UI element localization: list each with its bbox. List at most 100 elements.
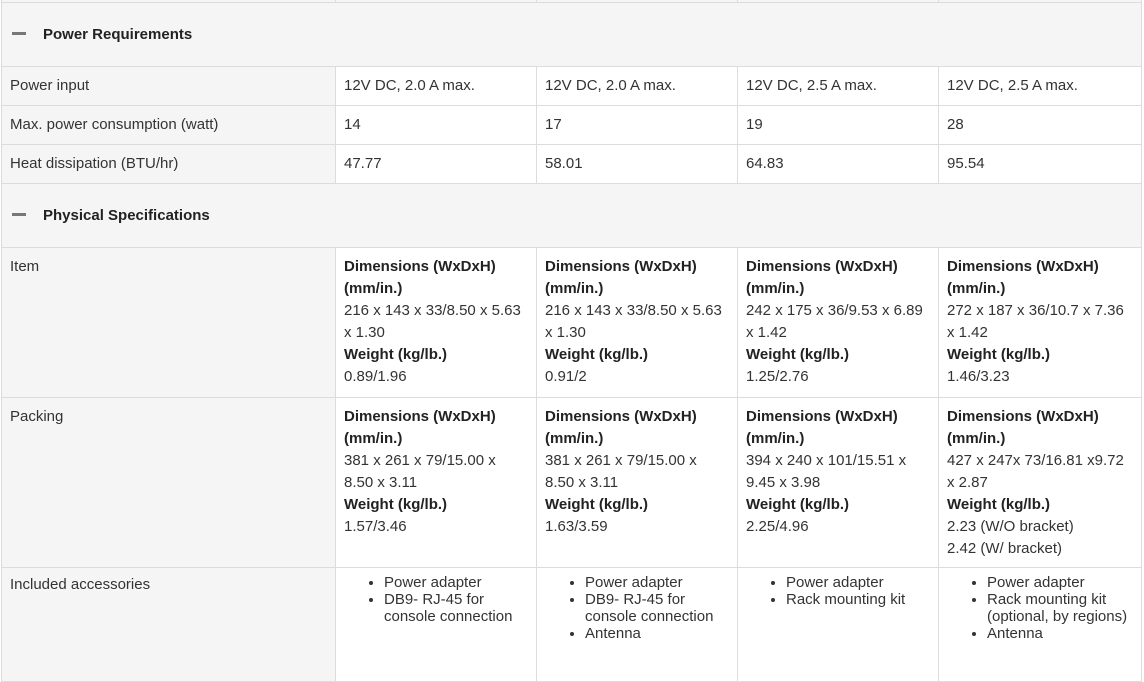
dims-heading: Dimensions (WxDxH) (344, 408, 496, 425)
dims-value: 216 x 143 x 33/8.50 x 5.63 x 1.30 (545, 302, 722, 341)
weight-heading: Weight (kg/lb.) (545, 346, 649, 363)
list-item: DB9- RJ-45 for console connection (585, 591, 729, 625)
accessory-list: Power adapter DB9- RJ-45 for console con… (545, 574, 729, 642)
dims-heading: Dimensions (WxDxH) (545, 258, 697, 275)
weight-heading: Weight (kg/lb.) (545, 496, 649, 513)
dims-unit: (mm/in.) (344, 430, 403, 447)
table-row-item: Item Dimensions (WxDxH) (mm/in.) 216 x 1… (1, 247, 1142, 398)
list-item: Power adapter (987, 574, 1133, 591)
row-label: Packing (1, 397, 336, 568)
dims-value: 272 x 187 x 36/10.7 x 7.36 x 1.42 (947, 302, 1124, 341)
dims-unit: (mm/in.) (746, 430, 805, 447)
row-label: Included accessories (1, 567, 336, 682)
table-cell: Dimensions (WxDxH) (mm/in.) 242 x 175 x … (737, 247, 939, 398)
table-cell: 95.54 (938, 144, 1142, 184)
dims-value: 381 x 261 x 79/15.00 x 8.50 x 3.11 (545, 452, 697, 491)
weight-value: 1.46/3.23 (947, 368, 1010, 385)
row-label: Power input (1, 66, 336, 106)
list-item: Antenna (987, 625, 1133, 642)
dims-heading: Dimensions (WxDxH) (947, 258, 1099, 275)
table-cell: 12V DC, 2.0 A max. (335, 66, 537, 106)
table-cell: 28 (938, 105, 1142, 145)
section-header[interactable]: Power Requirements (1, 2, 1142, 67)
list-item: Power adapter (585, 574, 729, 591)
table-cell: 17 (536, 105, 738, 145)
dims-value: 394 x 240 x 101/15.51 x 9.45 x 3.98 (746, 452, 907, 491)
table-cell: 12V DC, 2.0 A max. (536, 66, 738, 106)
dims-heading: Dimensions (WxDxH) (344, 258, 496, 275)
dims-unit: (mm/in.) (746, 280, 805, 297)
table-row-accessories: Included accessories Power adapter DB9- … (1, 567, 1142, 682)
table-cell: Dimensions (WxDxH) (mm/in.) 381 x 261 x … (335, 397, 537, 568)
table-cell: Power adapter DB9- RJ-45 for console con… (536, 567, 738, 682)
list-item: Rack mounting kit (optional, by regions) (987, 591, 1133, 625)
table-cell: Dimensions (WxDxH) (mm/in.) 216 x 143 x … (536, 247, 738, 398)
dims-heading: Dimensions (WxDxH) (746, 258, 898, 275)
row-label: Max. power consumption (watt) (1, 105, 336, 145)
dims-unit: (mm/in.) (344, 280, 403, 297)
section-title: Physical Specifications (43, 206, 210, 224)
table-cell: 12V DC, 2.5 A max. (737, 66, 939, 106)
list-item: Antenna (585, 625, 729, 642)
spec-table: Power Requirements Power input 12V DC, 2… (1, 0, 1142, 682)
weight-value: 1.57/3.46 (344, 518, 407, 535)
table-row-power-input: Power input 12V DC, 2.0 A max. 12V DC, 2… (1, 66, 1142, 106)
table-row-heat-dissipation: Heat dissipation (BTU/hr) 47.77 58.01 64… (1, 144, 1142, 184)
weight-heading: Weight (kg/lb.) (344, 496, 448, 513)
table-cell: 47.77 (335, 144, 537, 184)
collapse-minus-icon[interactable] (12, 32, 26, 36)
table-cell: Dimensions (WxDxH) (mm/in.) 272 x 187 x … (938, 247, 1142, 398)
dims-value: 427 x 247x 73/16.81 x9.72 x 2.87 (947, 452, 1124, 491)
table-cell: Dimensions (WxDxH) (mm/in.) 427 x 247x 7… (938, 397, 1142, 568)
list-item: DB9- RJ-45 for console connection (384, 591, 528, 625)
spec-table-container: Power Requirements Power input 12V DC, 2… (1, 0, 1142, 682)
table-cell: 14 (335, 105, 537, 145)
dims-value: 381 x 261 x 79/15.00 x 8.50 x 3.11 (344, 452, 496, 491)
weight-value: 0.89/1.96 (344, 368, 407, 385)
list-item: Rack mounting kit (786, 591, 930, 608)
table-row-max-power: Max. power consumption (watt) 14 17 19 2… (1, 105, 1142, 145)
dims-unit: (mm/in.) (545, 280, 604, 297)
table-cell: Dimensions (WxDxH) (mm/in.) 381 x 261 x … (536, 397, 738, 568)
dims-value: 242 x 175 x 36/9.53 x 6.89 x 1.42 (746, 302, 923, 341)
dims-heading: Dimensions (WxDxH) (947, 408, 1099, 425)
dims-unit: (mm/in.) (545, 430, 604, 447)
list-item: Power adapter (786, 574, 930, 591)
dims-unit: (mm/in.) (947, 280, 1006, 297)
section-power-requirements[interactable]: Power Requirements (1, 2, 1142, 67)
dims-heading: Dimensions (WxDxH) (746, 408, 898, 425)
weight-value: 0.91/2 (545, 368, 587, 385)
weight-value-alt: 2.42 (W/ bracket) (947, 540, 1063, 557)
weight-heading: Weight (kg/lb.) (947, 496, 1051, 513)
weight-heading: Weight (kg/lb.) (344, 346, 448, 363)
accessory-list: Power adapter Rack mounting kit (746, 574, 930, 608)
accessory-list: Power adapter Rack mounting kit (optiona… (947, 574, 1133, 642)
dims-heading: Dimensions (WxDxH) (545, 408, 697, 425)
weight-value: 2.25/4.96 (746, 518, 809, 535)
section-physical-specifications[interactable]: Physical Specifications (1, 183, 1142, 248)
table-cell: 19 (737, 105, 939, 145)
table-cell: Dimensions (WxDxH) (mm/in.) 216 x 143 x … (335, 247, 537, 398)
table-cell: Power adapter Rack mounting kit (737, 567, 939, 682)
table-cell: Dimensions (WxDxH) (mm/in.) 394 x 240 x … (737, 397, 939, 568)
weight-heading: Weight (kg/lb.) (746, 346, 850, 363)
collapse-minus-icon[interactable] (12, 213, 26, 217)
weight-value: 1.63/3.59 (545, 518, 608, 535)
table-row-packing: Packing Dimensions (WxDxH) (mm/in.) 381 … (1, 397, 1142, 568)
dims-unit: (mm/in.) (947, 430, 1006, 447)
section-header[interactable]: Physical Specifications (1, 183, 1142, 248)
row-label: Heat dissipation (BTU/hr) (1, 144, 336, 184)
table-cell: Power adapter DB9- RJ-45 for console con… (335, 567, 537, 682)
weight-heading: Weight (kg/lb.) (947, 346, 1051, 363)
table-cell: 58.01 (536, 144, 738, 184)
table-cell: 12V DC, 2.5 A max. (938, 66, 1142, 106)
dims-value: 216 x 143 x 33/8.50 x 5.63 x 1.30 (344, 302, 521, 341)
list-item: Power adapter (384, 574, 528, 591)
weight-heading: Weight (kg/lb.) (746, 496, 850, 513)
table-cell: 64.83 (737, 144, 939, 184)
accessory-list: Power adapter DB9- RJ-45 for console con… (344, 574, 528, 625)
table-cell: Power adapter Rack mounting kit (optiona… (938, 567, 1142, 682)
section-title: Power Requirements (43, 25, 193, 43)
row-label: Item (1, 247, 336, 398)
weight-value: 2.23 (W/O bracket) (947, 518, 1074, 535)
